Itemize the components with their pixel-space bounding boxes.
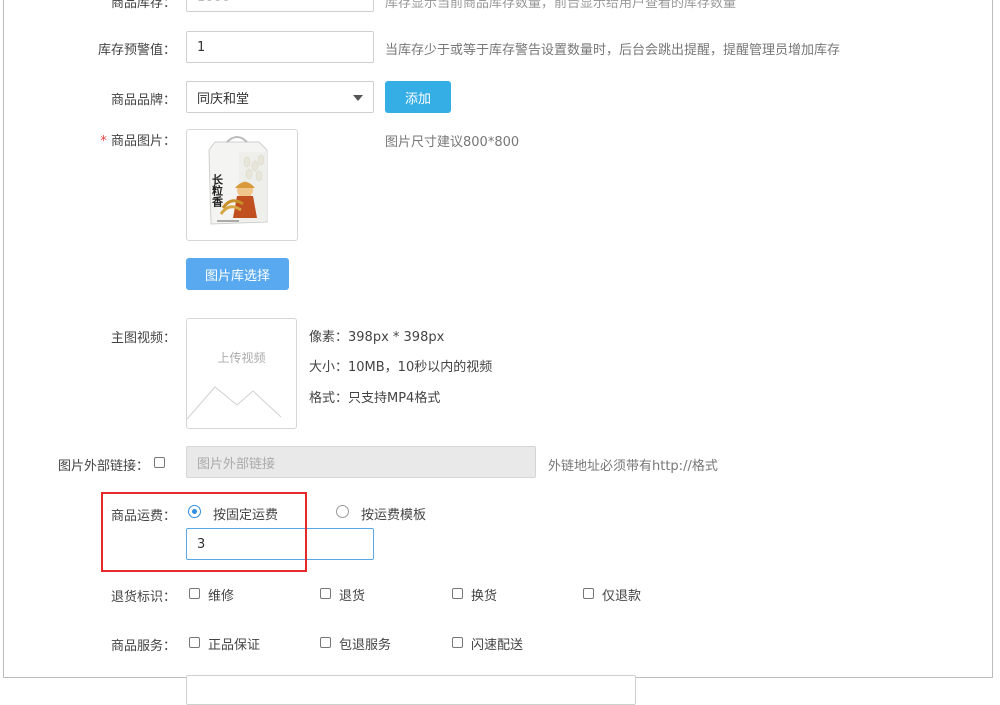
highlight-box: [101, 492, 307, 572]
stock-warning-label: 库存预警值：: [97, 43, 176, 58]
return-checkbox[interactable]: [320, 588, 331, 599]
external-link-placeholder: 图片外部链接: [197, 456, 276, 472]
services-label: 商品服务：: [110, 639, 176, 654]
required-mark: *: [100, 134, 107, 149]
repair-checkbox[interactable]: [189, 588, 200, 599]
product-image-thumbnail[interactable]: 长粒香: [186, 129, 298, 241]
stock-warning-hint: 当库存少于或等于库存警告设置数量时，后台会跳出提醒，提醒管理员增加库存: [385, 43, 841, 58]
video-upload-box[interactable]: 上传视频: [186, 318, 297, 429]
return-service-checkbox[interactable]: [320, 637, 331, 648]
video-spec-resolution: 像素：398px * 398px: [309, 330, 445, 345]
next-field-input[interactable]: [186, 675, 636, 705]
template-shipping-radio[interactable]: [336, 505, 349, 518]
stock-label: 商品库存：: [110, 0, 176, 11]
template-shipping-option[interactable]: 按运费模板: [361, 504, 426, 523]
fast-delivery-checkbox[interactable]: [452, 637, 463, 648]
external-link-label: 图片外部链接：: [57, 459, 149, 474]
genuine-option[interactable]: 正品保证: [208, 634, 260, 653]
video-spec-format: 格式：只支持MP4格式: [309, 391, 441, 406]
refund-only-checkbox[interactable]: [583, 588, 594, 599]
package-brand-text: 长粒香: [211, 173, 225, 208]
brand-selected-value: 同庆和堂: [197, 91, 250, 107]
repair-option[interactable]: 维修: [208, 585, 234, 604]
genuine-checkbox[interactable]: [189, 637, 200, 648]
rice-package-image: 长粒香: [208, 136, 268, 225]
image-library-button[interactable]: 图片库选择: [186, 258, 289, 290]
stock-warning-value: 1: [197, 39, 206, 55]
brand-select[interactable]: 同庆和堂: [186, 81, 374, 113]
chevron-down-icon: [353, 95, 363, 101]
stock-value: 1000: [197, 0, 230, 5]
product-image-label: * 商品图片：: [86, 130, 176, 149]
stock-input[interactable]: 1000: [186, 0, 374, 12]
add-brand-button[interactable]: 添加: [385, 81, 451, 113]
stock-hint: 库存显示当前商品库存数量，前台显示给用户查看的库存数量: [385, 0, 737, 11]
refund-only-option[interactable]: 仅退款: [602, 585, 641, 604]
product-image-label-text: 商品图片：: [110, 134, 176, 149]
external-link-checkbox[interactable]: [154, 457, 165, 468]
exchange-option[interactable]: 换货: [471, 585, 497, 604]
video-spec-size: 大小：10MB，10秒以内的视频: [309, 360, 493, 375]
return-service-option[interactable]: 包退服务: [339, 634, 391, 653]
external-link-hint: 外链地址必须带有http://格式: [548, 459, 718, 474]
main-video-label: 主图视频：: [110, 331, 176, 346]
brand-label: 商品品牌：: [110, 93, 176, 108]
exchange-checkbox[interactable]: [452, 588, 463, 599]
external-link-input[interactable]: 图片外部链接: [186, 446, 536, 478]
return-tags-label: 退货标识：: [110, 590, 176, 605]
image-placeholder-icon: [187, 386, 282, 420]
return-option[interactable]: 退货: [339, 585, 365, 604]
product-image-hint: 图片尺寸建议800*800: [385, 135, 520, 150]
stock-warning-input[interactable]: 1: [186, 31, 374, 63]
fast-delivery-option[interactable]: 闪速配送: [471, 634, 523, 653]
